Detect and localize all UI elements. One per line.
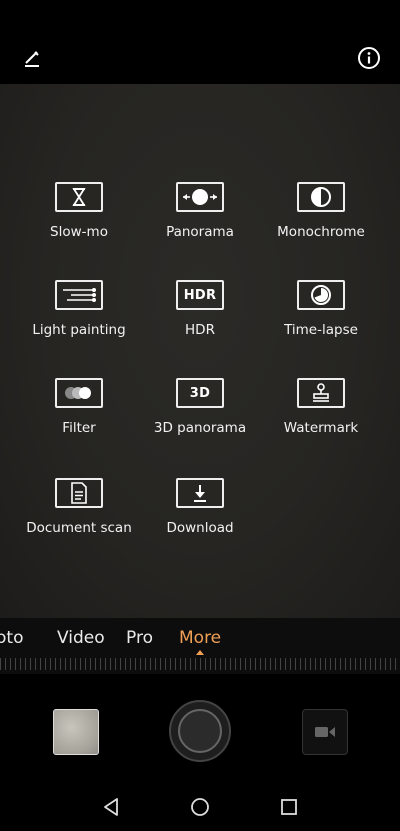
document-icon [55,478,103,508]
download-icon [176,478,224,508]
stamp-icon [297,378,345,408]
mode-label: Panorama [166,224,234,240]
active-tab-marker [196,650,204,655]
mode-label: Document scan [26,520,132,536]
gallery-thumbnail[interactable] [53,709,99,755]
mode-3d-panorama[interactable]: 3D 3D panorama [140,378,260,436]
mode-slow-mo[interactable]: Slow-mo [19,182,139,240]
mode-download[interactable]: Download [140,478,260,536]
3d-icon-text: 3D [189,385,211,401]
mode-ruler[interactable] [0,658,400,670]
tab-pro[interactable]: Pro [126,628,153,648]
half-circle-icon [297,182,345,212]
mode-label: Monochrome [277,224,365,240]
mode-time-lapse[interactable]: Time-lapse [261,280,381,338]
video-camera-icon[interactable] [302,709,348,755]
tab-photo[interactable]: oto [0,628,23,648]
hdr-icon: HDR [176,280,224,310]
hourglass-icon [55,182,103,212]
light-streak-icon [55,280,103,310]
recents-square-icon[interactable] [278,796,300,818]
mode-watermark[interactable]: Watermark [261,378,381,436]
mode-label: Download [166,520,234,536]
mode-label: Light painting [32,322,126,338]
mode-label: Time-lapse [284,322,358,338]
panorama-icon [176,182,224,212]
top-bar [0,0,400,84]
tab-more[interactable]: More [179,628,221,648]
camera-more-modes-screen: Slow-mo Panorama Monochrome Light painti… [0,0,400,831]
mode-label: HDR [185,322,215,338]
mode-monochrome[interactable]: Monochrome [261,182,381,240]
info-circle-icon[interactable] [355,44,383,72]
shutter-button[interactable] [169,700,231,762]
hdr-icon-text: HDR [183,287,217,303]
filter-dots-icon [55,378,103,408]
mode-panorama[interactable]: Panorama [140,182,260,240]
mode-label: Watermark [283,420,359,436]
mode-label: Slow-mo [50,224,108,240]
system-navigation-bar [0,764,400,831]
mode-label: 3D panorama [153,420,247,436]
mode-hdr[interactable]: HDR HDR [140,280,260,338]
back-triangle-icon[interactable] [100,796,122,818]
3d-icon: 3D [176,378,224,408]
mode-grid: Slow-mo Panorama Monochrome Light painti… [0,84,400,618]
time-lapse-icon [297,280,345,310]
mode-label: Filter [62,420,96,436]
tab-video[interactable]: Video [57,628,105,648]
mode-switcher: oto Video Pro More [0,618,400,674]
pencil-edit-icon[interactable] [18,44,46,72]
mode-light-painting[interactable]: Light painting [19,280,139,338]
shutter-inner-ring [178,709,222,753]
mode-document-scan[interactable]: Document scan [19,478,139,536]
mode-filter[interactable]: Filter [19,378,139,436]
camera-controls [0,674,400,764]
home-circle-icon[interactable] [189,796,211,818]
